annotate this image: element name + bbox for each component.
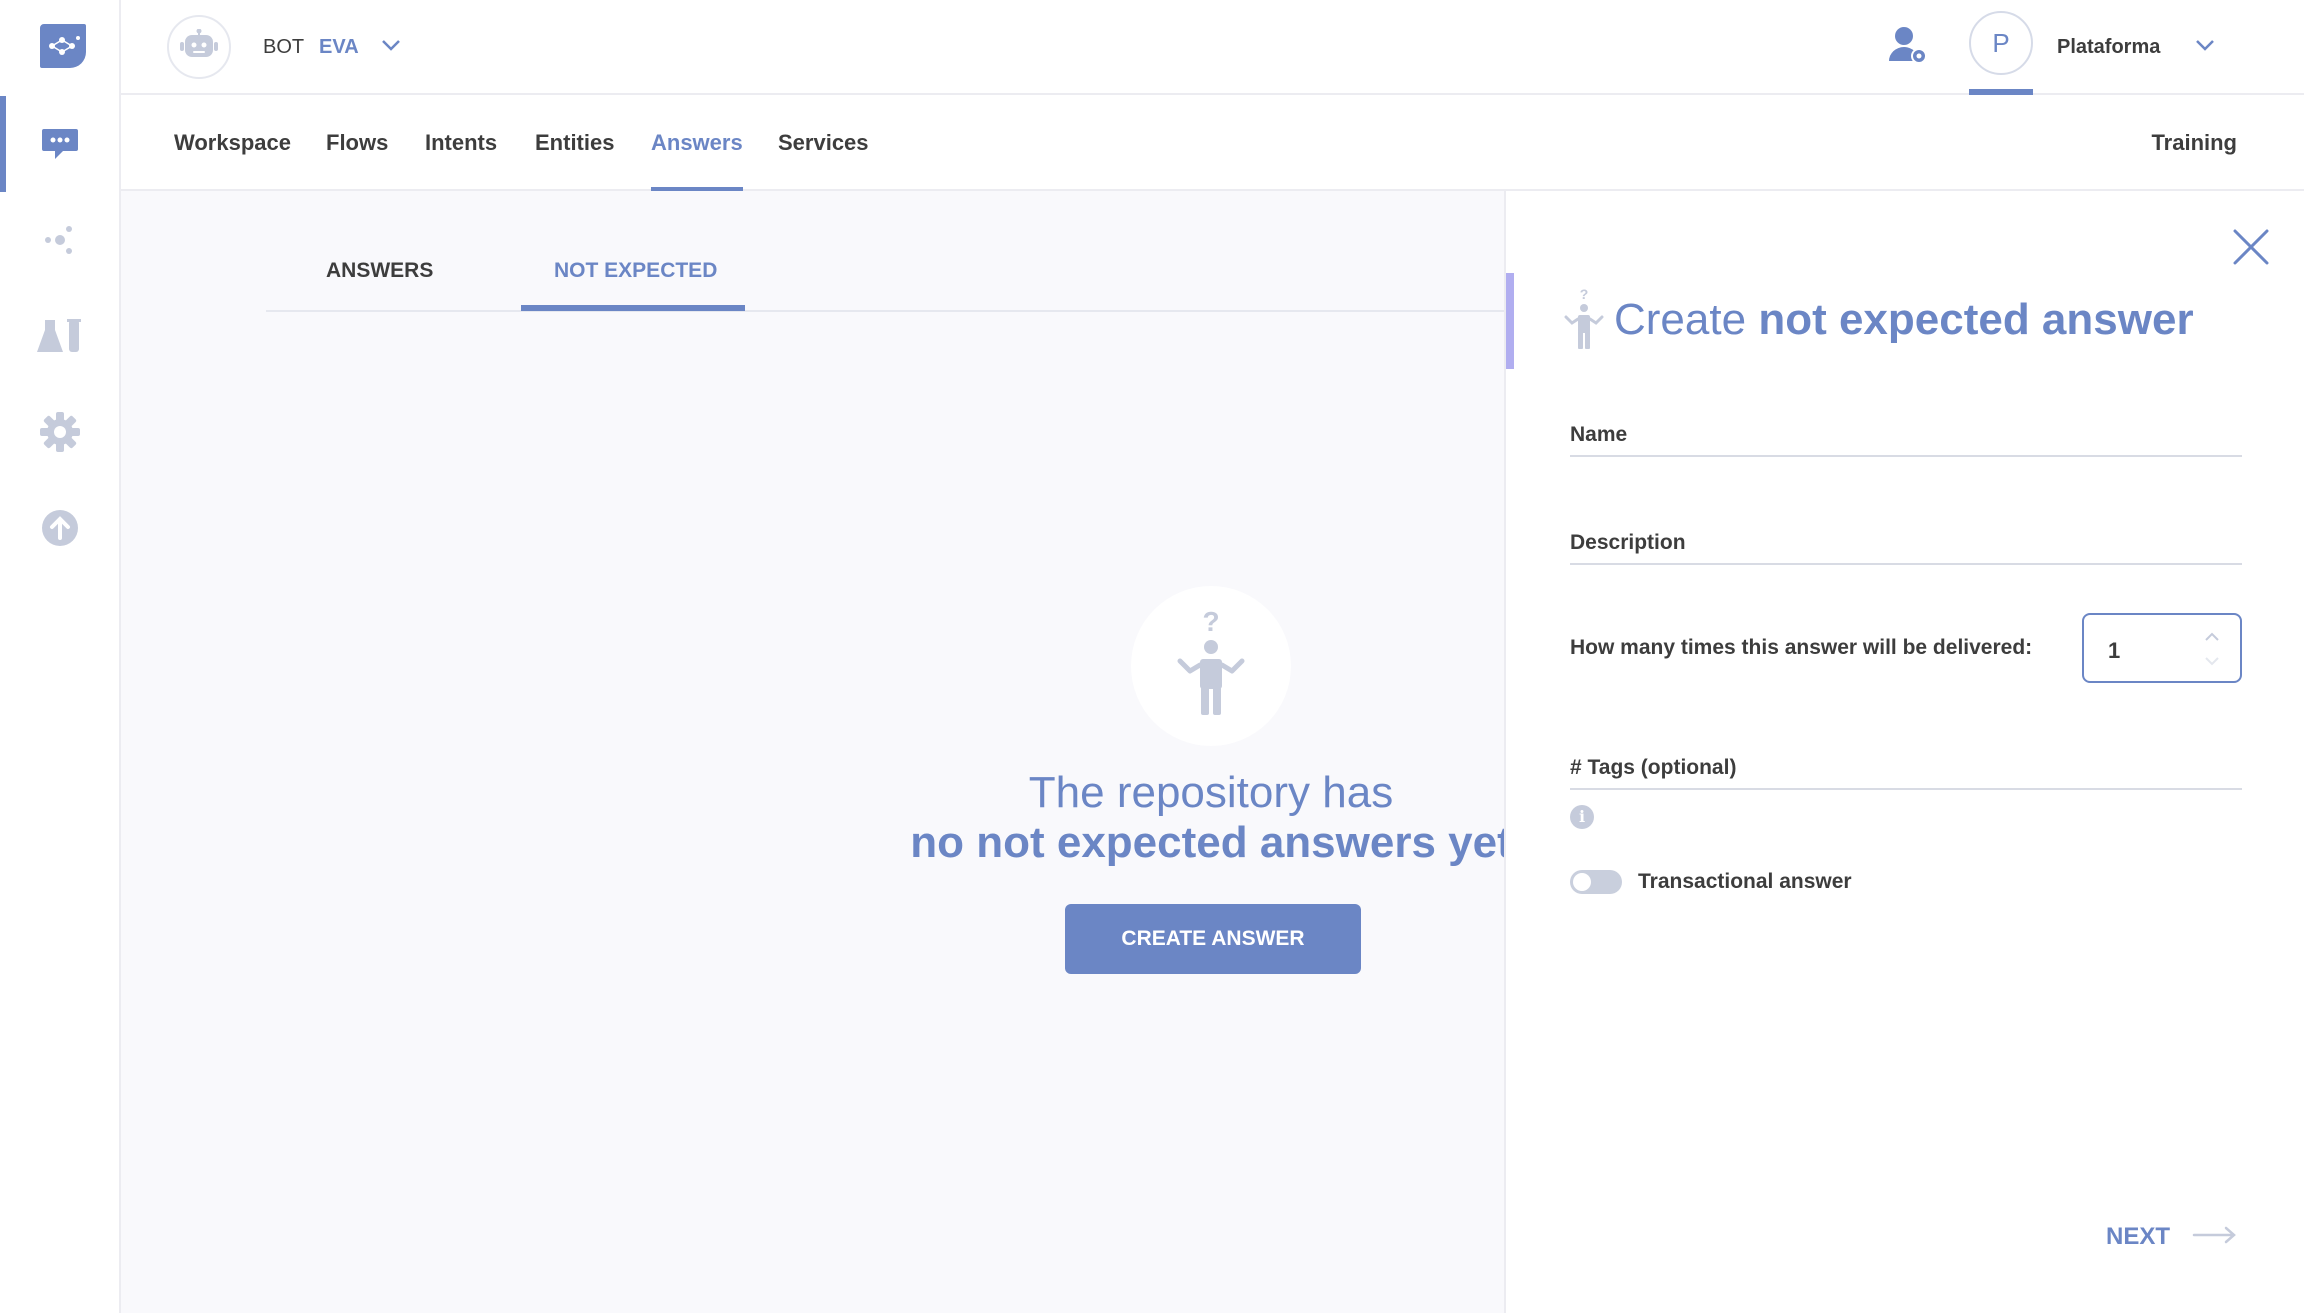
create-answer-button[interactable]: CREATE ANSWER <box>1065 904 1361 974</box>
next-button[interactable]: NEXT <box>2106 1223 2238 1251</box>
bot-selector-name[interactable]: EVA <box>319 36 359 59</box>
panel-title: Create not expected answer <box>1614 295 2194 345</box>
organization-name[interactable]: Plataforma <box>2057 36 2160 59</box>
sidebar-item-conversations[interactable] <box>0 96 119 192</box>
panel-title-bold: not expected answer <box>1758 295 2194 344</box>
arrow-right-icon <box>2192 1225 2238 1250</box>
bot-avatar[interactable] <box>167 15 231 79</box>
confused-person-icon: ? <box>1176 606 1246 724</box>
delivery-count-value: 1 <box>2108 638 2121 663</box>
main-nav: Workspace Flows Intents Entities Answers… <box>121 95 2304 192</box>
tab-services[interactable]: Services <box>778 95 869 191</box>
upload-arrow-icon <box>41 509 79 547</box>
sidebar-item-flows[interactable] <box>0 192 119 288</box>
panel-title-light: Create <box>1614 295 1747 344</box>
transactional-toggle[interactable] <box>1570 870 1622 894</box>
panel-accent-bar <box>1506 273 1514 369</box>
empty-state-illustration: ? <box>1131 586 1291 746</box>
create-answer-panel: ? Create not expected answer Name Descri… <box>1504 191 2304 1313</box>
sidebar-item-settings[interactable] <box>0 384 119 480</box>
bot-label: BOT <box>263 36 305 58</box>
description-field[interactable]: Description <box>1570 531 2242 565</box>
next-label: NEXT <box>2106 1223 2171 1250</box>
gear-icon <box>39 411 81 453</box>
tab-intents[interactable]: Intents <box>425 95 497 191</box>
chevron-up-icon[interactable] <box>2204 629 2220 647</box>
description-label: Description <box>1570 531 1686 554</box>
subtab-answers[interactable]: ANSWERS <box>326 259 433 283</box>
chat-bubble-icon <box>41 127 79 161</box>
close-icon[interactable] <box>2231 227 2271 267</box>
delivery-count-stepper[interactable]: 1 <box>2082 613 2242 683</box>
sidebar-item-publish[interactable] <box>0 480 119 576</box>
user-avatar[interactable]: P <box>1969 11 2033 75</box>
transactional-label: Transactional answer <box>1638 870 1852 893</box>
name-field[interactable]: Name <box>1570 423 2242 457</box>
lab-flask-icon <box>35 318 85 354</box>
chevron-down-icon[interactable] <box>2204 653 2220 671</box>
user-initial: P <box>1992 27 2010 58</box>
delivery-count-label: How many times this answer will be deliv… <box>1570 636 2033 659</box>
tab-flows[interactable]: Flows <box>326 95 388 191</box>
info-icon[interactable]: i <box>1570 805 1594 829</box>
tab-entities[interactable]: Entities <box>535 95 614 191</box>
tags-field[interactable]: # Tags (optional) <box>1570 756 2242 790</box>
top-header: BOT EVA P Plataforma <box>121 0 2304 95</box>
robot-icon <box>180 28 218 66</box>
name-label: Name <box>1570 423 1628 446</box>
confused-person-icon: ? <box>1564 286 1604 356</box>
sidebar-item-lab[interactable] <box>0 288 119 384</box>
subtab-active-indicator <box>521 305 745 311</box>
app-logo-icon[interactable] <box>38 22 88 70</box>
svg-text:?: ? <box>1202 609 1219 637</box>
svg-text:?: ? <box>1580 287 1589 302</box>
tab-answers[interactable]: Answers <box>651 95 743 192</box>
left-sidebar <box>0 0 121 1313</box>
tab-workspace[interactable]: Workspace <box>174 95 291 191</box>
answers-content: ANSWERS NOT EXPECTED ? The repository ha… <box>121 191 1512 1313</box>
chevron-down-icon[interactable] <box>381 38 401 57</box>
user-settings-icon[interactable] <box>1888 25 1930 72</box>
nodes-icon <box>43 223 77 257</box>
subtab-not-expected[interactable]: NOT EXPECTED <box>554 259 717 283</box>
answers-subtabs: ANSWERS NOT EXPECTED <box>266 191 1504 312</box>
training-button[interactable]: Training <box>2151 95 2237 191</box>
chevron-down-icon[interactable] <box>2195 38 2215 57</box>
tags-label: # Tags (optional) <box>1570 756 1737 779</box>
